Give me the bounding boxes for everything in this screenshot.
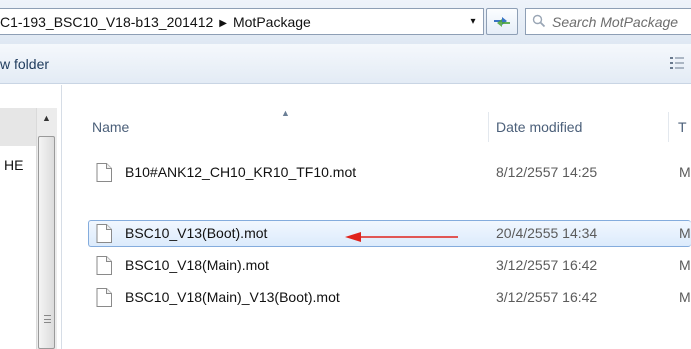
file-date: 3/12/2557 16:42 bbox=[496, 289, 598, 305]
breadcrumb: C1-193_BSC10_V18-b13_201412 ▶ MotPackage bbox=[0, 14, 311, 30]
column-header-type[interactable]: T bbox=[678, 119, 687, 135]
file-icon bbox=[96, 163, 112, 182]
column-headers: ▲ Name Date modified T bbox=[63, 108, 691, 146]
file-row[interactable]: BSC10_V18(Main)_V13(Boot).mot 3/12/2557 … bbox=[88, 284, 691, 311]
refresh-icon bbox=[494, 16, 510, 27]
file-icon bbox=[96, 288, 112, 307]
column-divider[interactable] bbox=[488, 112, 489, 142]
breadcrumb-parent[interactable]: C1-193_BSC10_V18-b13_201412 bbox=[0, 14, 213, 30]
refresh-button[interactable] bbox=[486, 8, 518, 35]
file-icon bbox=[96, 224, 112, 243]
search-box[interactable] bbox=[525, 8, 691, 35]
address-dropdown-icon[interactable]: ▾ bbox=[463, 9, 483, 34]
file-type: M bbox=[679, 164, 691, 180]
file-name: B10#ANK12_CH10_KR10_TF10.mot bbox=[125, 164, 357, 180]
nav-item-label[interactable]: HE bbox=[4, 157, 23, 173]
file-date: 3/12/2557 16:42 bbox=[496, 257, 598, 273]
toolbar: w folder bbox=[0, 44, 691, 84]
sort-ascending-icon: ▲ bbox=[281, 108, 290, 118]
column-header-name[interactable]: Name bbox=[92, 119, 129, 135]
annotation-arrow-icon bbox=[345, 232, 458, 242]
file-row[interactable]: B10#ANK12_CH10_KR10_TF10.mot 8/12/2557 1… bbox=[88, 159, 691, 186]
file-name: BSC10_V13(Boot).mot bbox=[125, 225, 268, 241]
file-type: M bbox=[679, 289, 691, 305]
column-header-date-modified[interactable]: Date modified bbox=[496, 119, 582, 135]
file-name: BSC10_V18(Main)_V13(Boot).mot bbox=[125, 289, 340, 305]
file-date: 8/12/2557 14:25 bbox=[496, 164, 598, 180]
address-bar-row: C1-193_BSC10_V18-b13_201412 ▶ MotPackage ▾ bbox=[0, 0, 691, 44]
file-date: 20/4/2555 14:34 bbox=[496, 225, 598, 241]
address-bar[interactable]: C1-193_BSC10_V18-b13_201412 ▶ MotPackage ▾ bbox=[0, 8, 484, 35]
nav-scrollbar-thumb[interactable] bbox=[38, 136, 55, 349]
new-folder-button[interactable]: w folder bbox=[0, 56, 49, 72]
views-icon[interactable] bbox=[669, 56, 685, 70]
column-divider[interactable] bbox=[668, 112, 669, 142]
breadcrumb-current[interactable]: MotPackage bbox=[233, 14, 311, 30]
search-icon bbox=[532, 14, 546, 28]
file-type: M bbox=[679, 257, 691, 273]
file-row[interactable]: BSC10_V18(Main).mot 3/12/2557 16:42 M bbox=[88, 252, 691, 279]
breadcrumb-separator-icon[interactable]: ▶ bbox=[219, 18, 227, 29]
nav-item-highlight bbox=[0, 108, 36, 146]
file-type: M bbox=[679, 225, 691, 241]
file-name: BSC10_V18(Main).mot bbox=[125, 257, 269, 273]
grip-icon bbox=[44, 315, 51, 323]
search-input[interactable] bbox=[552, 12, 691, 32]
scroll-up-arrow-icon[interactable]: ▲ bbox=[36, 108, 57, 128]
file-icon bbox=[96, 256, 112, 275]
